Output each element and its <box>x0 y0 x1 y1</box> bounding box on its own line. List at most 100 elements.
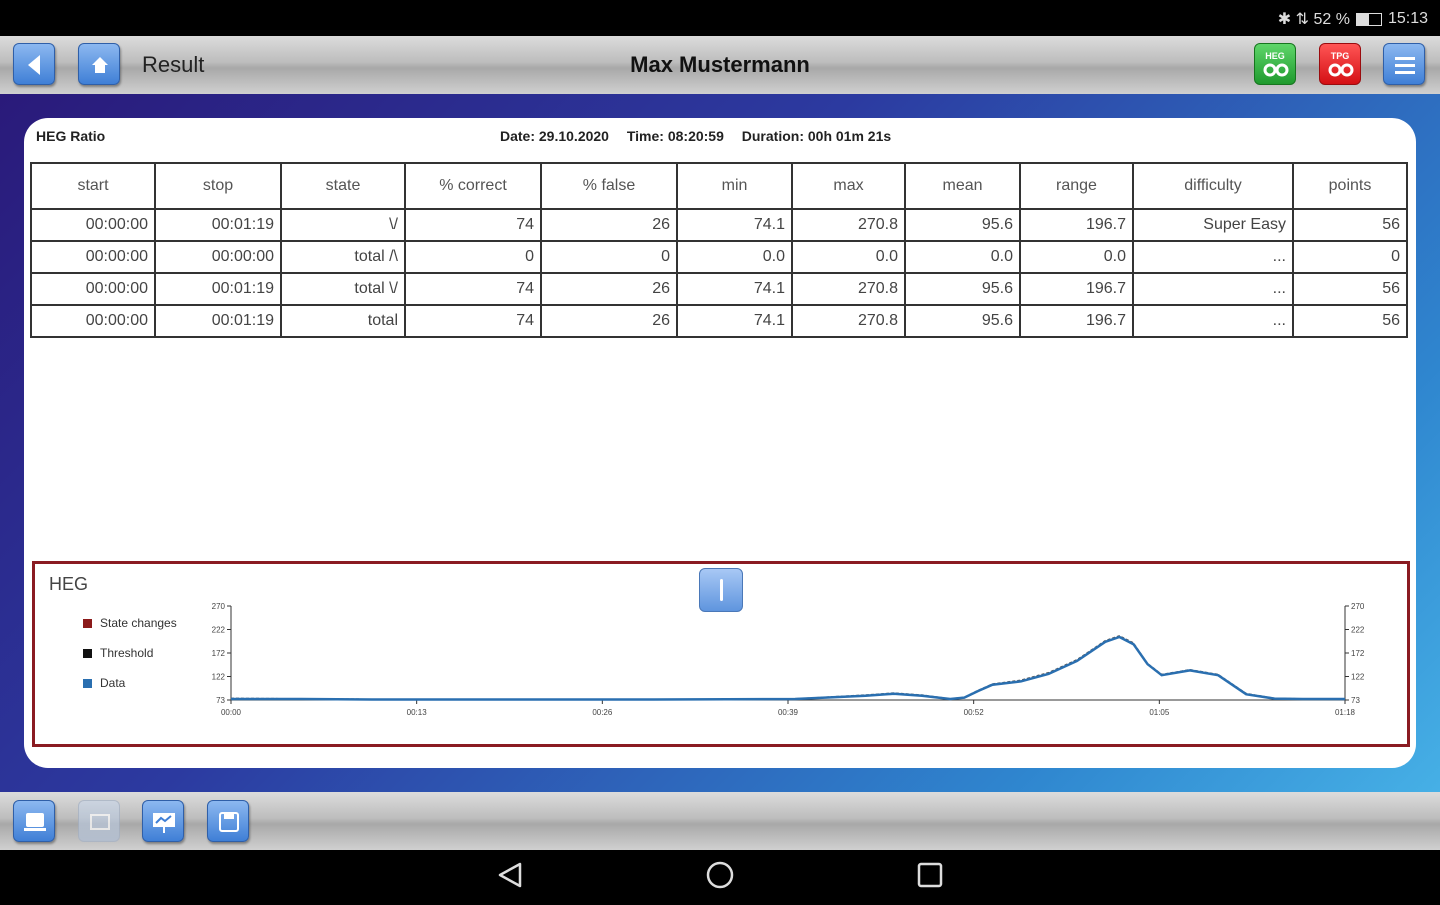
table-cell: 95.6 <box>904 304 1021 338</box>
table-cell: 00:00:00 <box>154 240 282 274</box>
y-tick-label-left: 73 <box>216 696 225 705</box>
table-cell: 00:01:19 <box>154 304 282 338</box>
tpg-device-button[interactable]: TPG <box>1319 43 1361 85</box>
table-body: 00:00:00 00:01:19 \/74 26 74.1 270.8 95.6 196.7… <box>30 208 1408 338</box>
y-tick-label-left: 172 <box>212 649 226 658</box>
heg-device-button[interactable]: HEG <box>1254 43 1296 85</box>
y-tick-label-left: 122 <box>212 673 226 682</box>
back-button[interactable] <box>13 43 55 85</box>
clock: 15:13 <box>1387 10 1428 27</box>
session-duration: Duration: 00h 01m 21s <box>741 128 892 144</box>
home-button[interactable] <box>78 43 120 85</box>
chart-view-button[interactable] <box>78 800 120 842</box>
table-cell: 26 <box>540 208 678 242</box>
table-cell: 56 <box>1292 304 1408 338</box>
table-cell: 00:00:00 <box>30 304 156 338</box>
results-table: start stop state% correct% false min max mean… <box>30 162 1408 338</box>
table-cell: 00:00:00 <box>30 272 156 306</box>
y-tick-label-right: 172 <box>1351 649 1365 658</box>
table-cell: 0.0 <box>904 240 1021 274</box>
recents-icon <box>917 862 943 888</box>
column-header: difficulty <box>1132 162 1294 210</box>
report-icon <box>24 813 46 831</box>
y-tick-label-right: 270 <box>1351 602 1365 611</box>
heg-line-chart: 270 222 172 122 73 270 222 172 122 73 00:00 00:13 00… <box>212 602 1365 717</box>
table-cell: 74 <box>404 272 542 306</box>
column-header: % correct <box>404 162 542 210</box>
sensor-icon <box>1328 63 1354 77</box>
y-tick-label-right: 122 <box>1351 673 1365 682</box>
column-header: mean <box>904 162 1021 210</box>
table-row: 00:00:00 00:01:19 total \/74 26 74.1 270.8 95.… <box>30 272 1408 306</box>
signal-text: ✱ ⇅ 52 % <box>1277 11 1350 28</box>
bottom-toolbar <box>0 792 1440 850</box>
top-app-bar: Result Max Mustermann HEG TPG <box>0 36 1440 94</box>
menu-button[interactable] <box>1383 43 1425 85</box>
column-header: points <box>1292 162 1408 210</box>
save-icon <box>219 812 239 832</box>
table-cell: 74 <box>404 304 542 338</box>
presentation-icon <box>153 813 175 833</box>
table-cell: 0.0 <box>1019 240 1134 274</box>
nav-recents-button[interactable] <box>900 850 960 900</box>
sensor-icon <box>1263 63 1289 77</box>
table-cell: 196.7 <box>1019 304 1134 338</box>
y-tick-label-right: 73 <box>1351 696 1360 705</box>
x-tick-label: 00:26 <box>592 708 613 717</box>
status-indicators: ✱ ⇅ 52 % 15:13 <box>1278 9 1428 29</box>
table-cell: \/ <box>280 208 406 242</box>
table-cell: Super Easy <box>1132 208 1294 242</box>
session-date: Date: 29.10.2020 <box>500 128 609 144</box>
column-header: max <box>791 162 906 210</box>
save-button[interactable] <box>207 800 249 842</box>
table-cell: 270.8 <box>791 208 906 242</box>
table-cell: 00:00:00 <box>30 208 156 242</box>
table-cell: total <box>280 304 406 338</box>
column-header: min <box>676 162 793 210</box>
table-cell: 74.1 <box>676 304 793 338</box>
table-cell: 196.7 <box>1019 208 1134 242</box>
x-tick-label: 01:18 <box>1335 708 1356 717</box>
x-tick-label: 00:00 <box>221 708 242 717</box>
x-tick-label: 00:52 <box>964 708 985 717</box>
column-header: start <box>30 162 156 210</box>
table-cell: ... <box>1132 272 1294 306</box>
heg-chart-panel: HEG State changes Threshold Data 270 222 172… <box>32 561 1410 747</box>
home-icon <box>92 57 108 73</box>
table-cell: 26 <box>540 304 678 338</box>
report-button[interactable] <box>13 800 55 842</box>
column-header: range <box>1019 162 1134 210</box>
session-info: Date: 29.10.2020 Time: 08:20:59 Duration… <box>500 128 905 144</box>
table-cell: 00:01:19 <box>154 208 282 242</box>
status-bar: ✱ ⇅ 52 % 15:13 <box>0 0 1440 36</box>
result-title: HEG Ratio <box>36 128 106 144</box>
table-cell: 26 <box>540 272 678 306</box>
screen-title: Result <box>142 52 205 77</box>
table-cell: 56 <box>1292 272 1408 306</box>
table-cell: 95.6 <box>904 272 1021 306</box>
x-tick-label: 00:39 <box>778 708 799 717</box>
table-cell: ... <box>1132 240 1294 274</box>
table-cell: 95.6 <box>904 208 1021 242</box>
table-cell: 0.0 <box>791 240 906 274</box>
column-header: state <box>280 162 406 210</box>
table-cell: 00:00:00 <box>30 240 156 274</box>
table-cell: 56 <box>1292 208 1408 242</box>
table-cell: total /\ <box>280 240 406 274</box>
session-time: Time: 08:20:59 <box>626 128 724 144</box>
table-cell: 0 <box>1292 240 1408 274</box>
back-icon <box>498 862 522 888</box>
battery-icon <box>1355 12 1382 26</box>
table-cell: 74.1 <box>676 272 793 306</box>
table-cell: ... <box>1132 304 1294 338</box>
series-line-threshold <box>230 635 1345 700</box>
system-navigation-bar <box>0 850 1440 900</box>
table-cell: 74.1 <box>676 208 793 242</box>
y-tick-label-right: 222 <box>1351 626 1365 635</box>
user-name: Max Mustermann <box>630 52 810 77</box>
nav-back-button[interactable] <box>480 850 540 900</box>
presentation-button[interactable] <box>142 800 184 842</box>
table-row: 00:00:00 00:00:00 total /\ 0 0 0.0 0.0 0.0 0.0..… <box>30 240 1408 274</box>
arrow-left-icon <box>28 55 40 75</box>
nav-home-button[interactable] <box>690 850 750 900</box>
